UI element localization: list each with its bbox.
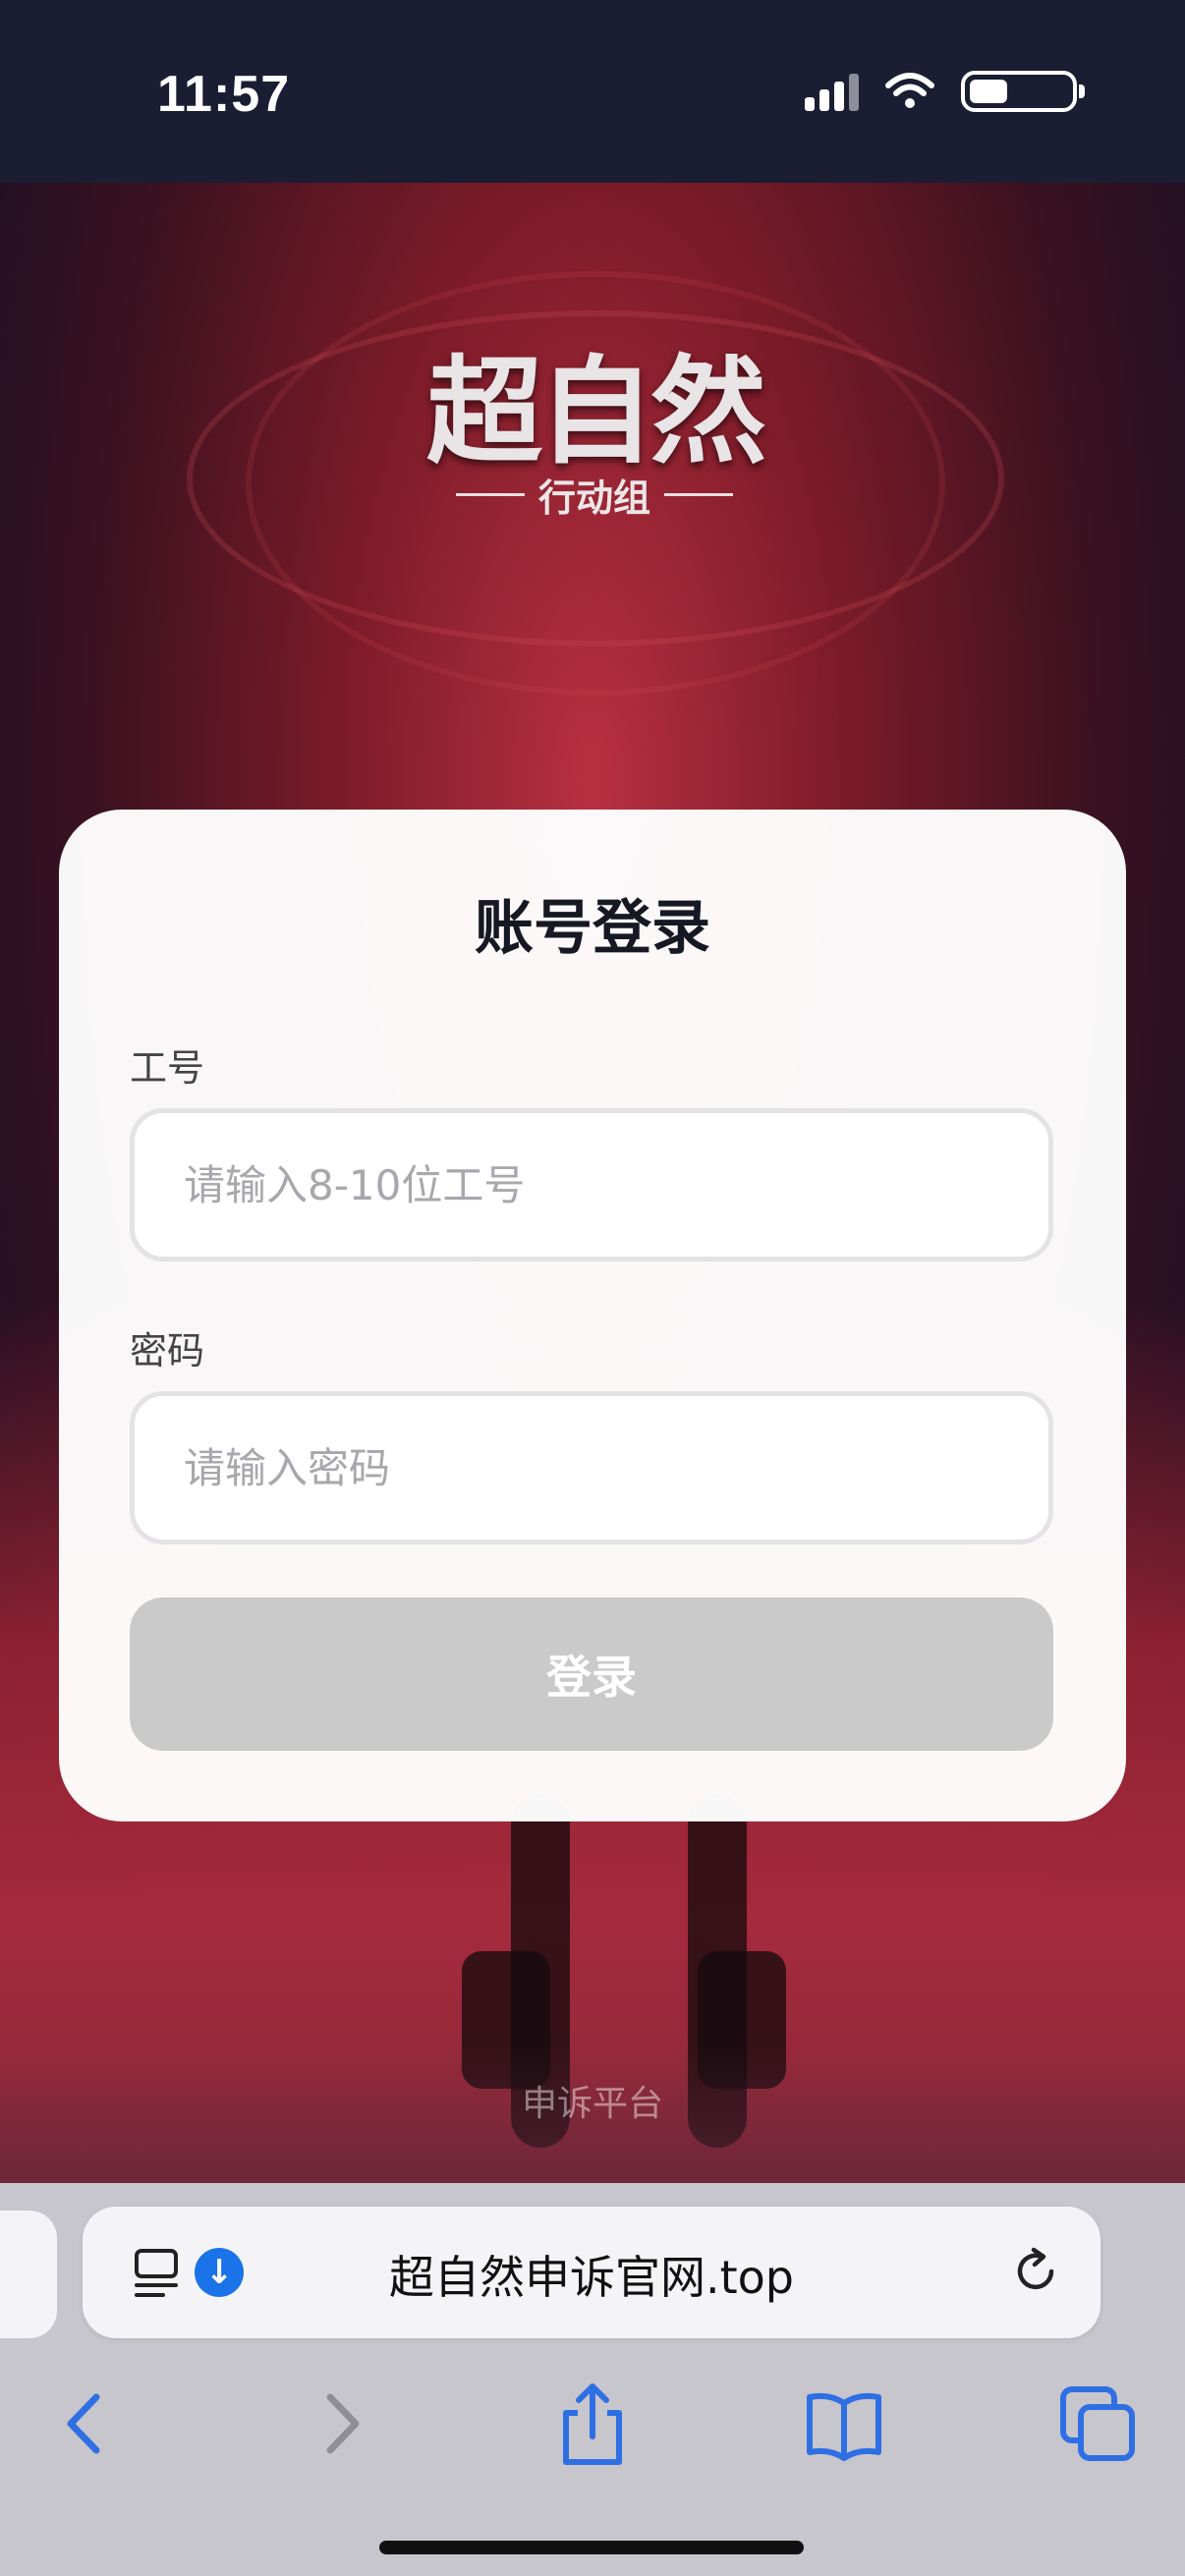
- wifi-icon: [885, 73, 934, 108]
- game-logo: 超自然 行动组: [413, 354, 776, 707]
- previous-tab-edge[interactable]: [0, 2211, 57, 2338]
- address-bar[interactable]: ↓ 超自然申诉官网.top: [83, 2207, 1100, 2338]
- password-label: 密码: [130, 1329, 205, 1372]
- status-bar: 11:57: [0, 0, 1185, 183]
- employee-id-input[interactable]: [130, 1108, 1053, 1261]
- forward-icon[interactable]: [297, 2380, 385, 2468]
- status-time: 11:57: [157, 66, 291, 123]
- back-icon[interactable]: [41, 2380, 130, 2468]
- browser-toolbar: [0, 2380, 1185, 2488]
- tabs-icon[interactable]: [1053, 2380, 1142, 2468]
- cellular-signal-icon: [805, 72, 859, 111]
- logo-subtitle: 行动组: [537, 476, 650, 520]
- status-icons: [805, 71, 1085, 112]
- appeal-platform-link[interactable]: 申诉平台: [0, 2075, 1185, 2126]
- share-icon[interactable]: [548, 2380, 637, 2468]
- logo-title: 超自然: [425, 343, 766, 479]
- home-indicator: [379, 2541, 804, 2554]
- login-card: 账号登录 工号 密码 登录: [59, 810, 1126, 1821]
- battery-icon: [961, 71, 1085, 112]
- employee-id-label: 工号: [130, 1046, 205, 1090]
- browser-chrome: ↓ 超自然申诉官网.top: [0, 2183, 1185, 2576]
- password-input[interactable]: [130, 1391, 1053, 1544]
- bookmarks-icon[interactable]: [800, 2380, 888, 2468]
- login-title: 账号登录: [475, 894, 710, 963]
- reload-icon[interactable]: [1008, 2244, 1063, 2299]
- address-url[interactable]: 超自然申诉官网.top: [83, 2242, 1100, 2307]
- login-button[interactable]: 登录: [130, 1597, 1053, 1751]
